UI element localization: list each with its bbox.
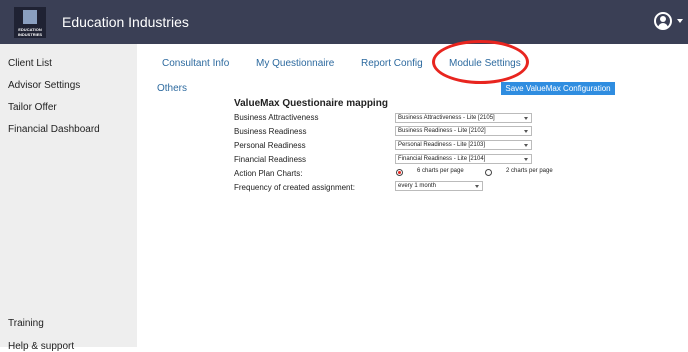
sidebar-item-advisor-settings[interactable]: Advisor Settings bbox=[8, 80, 80, 91]
row-label: Financial Readiness bbox=[234, 155, 307, 164]
section-title: ValueMax Questionaire mapping bbox=[234, 98, 388, 109]
sidebar-item-training[interactable]: Training bbox=[8, 318, 44, 329]
company-logo[interactable]: EDUCATION INDUSTRIES bbox=[14, 7, 46, 38]
cube-icon bbox=[23, 10, 37, 24]
radio-2-charts-label: 2 charts per page bbox=[506, 168, 553, 174]
sidebar-item-tailor-offer[interactable]: Tailor Offer bbox=[8, 102, 57, 113]
personal-readiness-select[interactable]: Personal Readiness - Lite [2103] bbox=[395, 140, 532, 150]
select-value: every 1 month bbox=[398, 183, 437, 189]
top-bar: EDUCATION INDUSTRIES Education Industrie… bbox=[0, 0, 688, 44]
sidebar-item-client-list[interactable]: Client List bbox=[8, 58, 52, 69]
select-value: Financial Readiness - Lite [2104] bbox=[398, 156, 486, 162]
row-label: Business Attractiveness bbox=[234, 113, 319, 122]
tab-my-questionnaire[interactable]: My Questionnaire bbox=[256, 58, 334, 69]
frequency-label: Frequency of created assignment: bbox=[234, 183, 355, 192]
chevron-down-icon bbox=[475, 185, 479, 188]
select-value: Personal Readiness - Lite [2103] bbox=[398, 142, 486, 148]
row-label: Personal Readiness bbox=[234, 141, 306, 150]
chevron-down-icon bbox=[524, 158, 528, 161]
financial-readiness-select[interactable]: Financial Readiness - Lite [2104] bbox=[395, 154, 532, 164]
user-avatar-icon[interactable] bbox=[654, 12, 672, 30]
business-readiness-select[interactable]: Business Readiness - Lite [2102] bbox=[395, 126, 532, 136]
row-label: Business Readiness bbox=[234, 127, 307, 136]
highlight-ring bbox=[432, 40, 529, 84]
tab-report-config[interactable]: Report Config bbox=[361, 58, 423, 69]
logo-text: EDUCATION INDUSTRIES bbox=[17, 27, 43, 37]
tab-consultant-info[interactable]: Consultant Info bbox=[162, 58, 229, 69]
app-title: Education Industries bbox=[62, 14, 189, 30]
select-value: Business Attractiveness - Lite [2105] bbox=[398, 115, 495, 121]
radio-6-charts-label: 6 charts per page bbox=[417, 168, 464, 174]
chevron-down-icon[interactable] bbox=[677, 19, 683, 23]
subtab-others[interactable]: Others bbox=[157, 83, 187, 94]
sidebar-item-financial-dashboard[interactable]: Financial Dashboard bbox=[8, 124, 100, 135]
chevron-down-icon bbox=[524, 117, 528, 120]
save-valuemax-button[interactable]: Save ValueMax Configuration bbox=[501, 82, 615, 95]
business-attractiveness-select[interactable]: Business Attractiveness - Lite [2105] bbox=[395, 113, 532, 123]
radio-2-charts[interactable] bbox=[485, 169, 492, 176]
chevron-down-icon bbox=[524, 130, 528, 133]
action-plan-label: Action Plan Charts: bbox=[234, 169, 303, 178]
frequency-select[interactable]: every 1 month bbox=[395, 181, 483, 191]
chevron-down-icon bbox=[524, 144, 528, 147]
radio-6-charts[interactable] bbox=[396, 169, 403, 176]
sidebar: Client List Advisor Settings Tailor Offe… bbox=[0, 44, 137, 352]
select-value: Business Readiness - Lite [2102] bbox=[398, 128, 486, 134]
